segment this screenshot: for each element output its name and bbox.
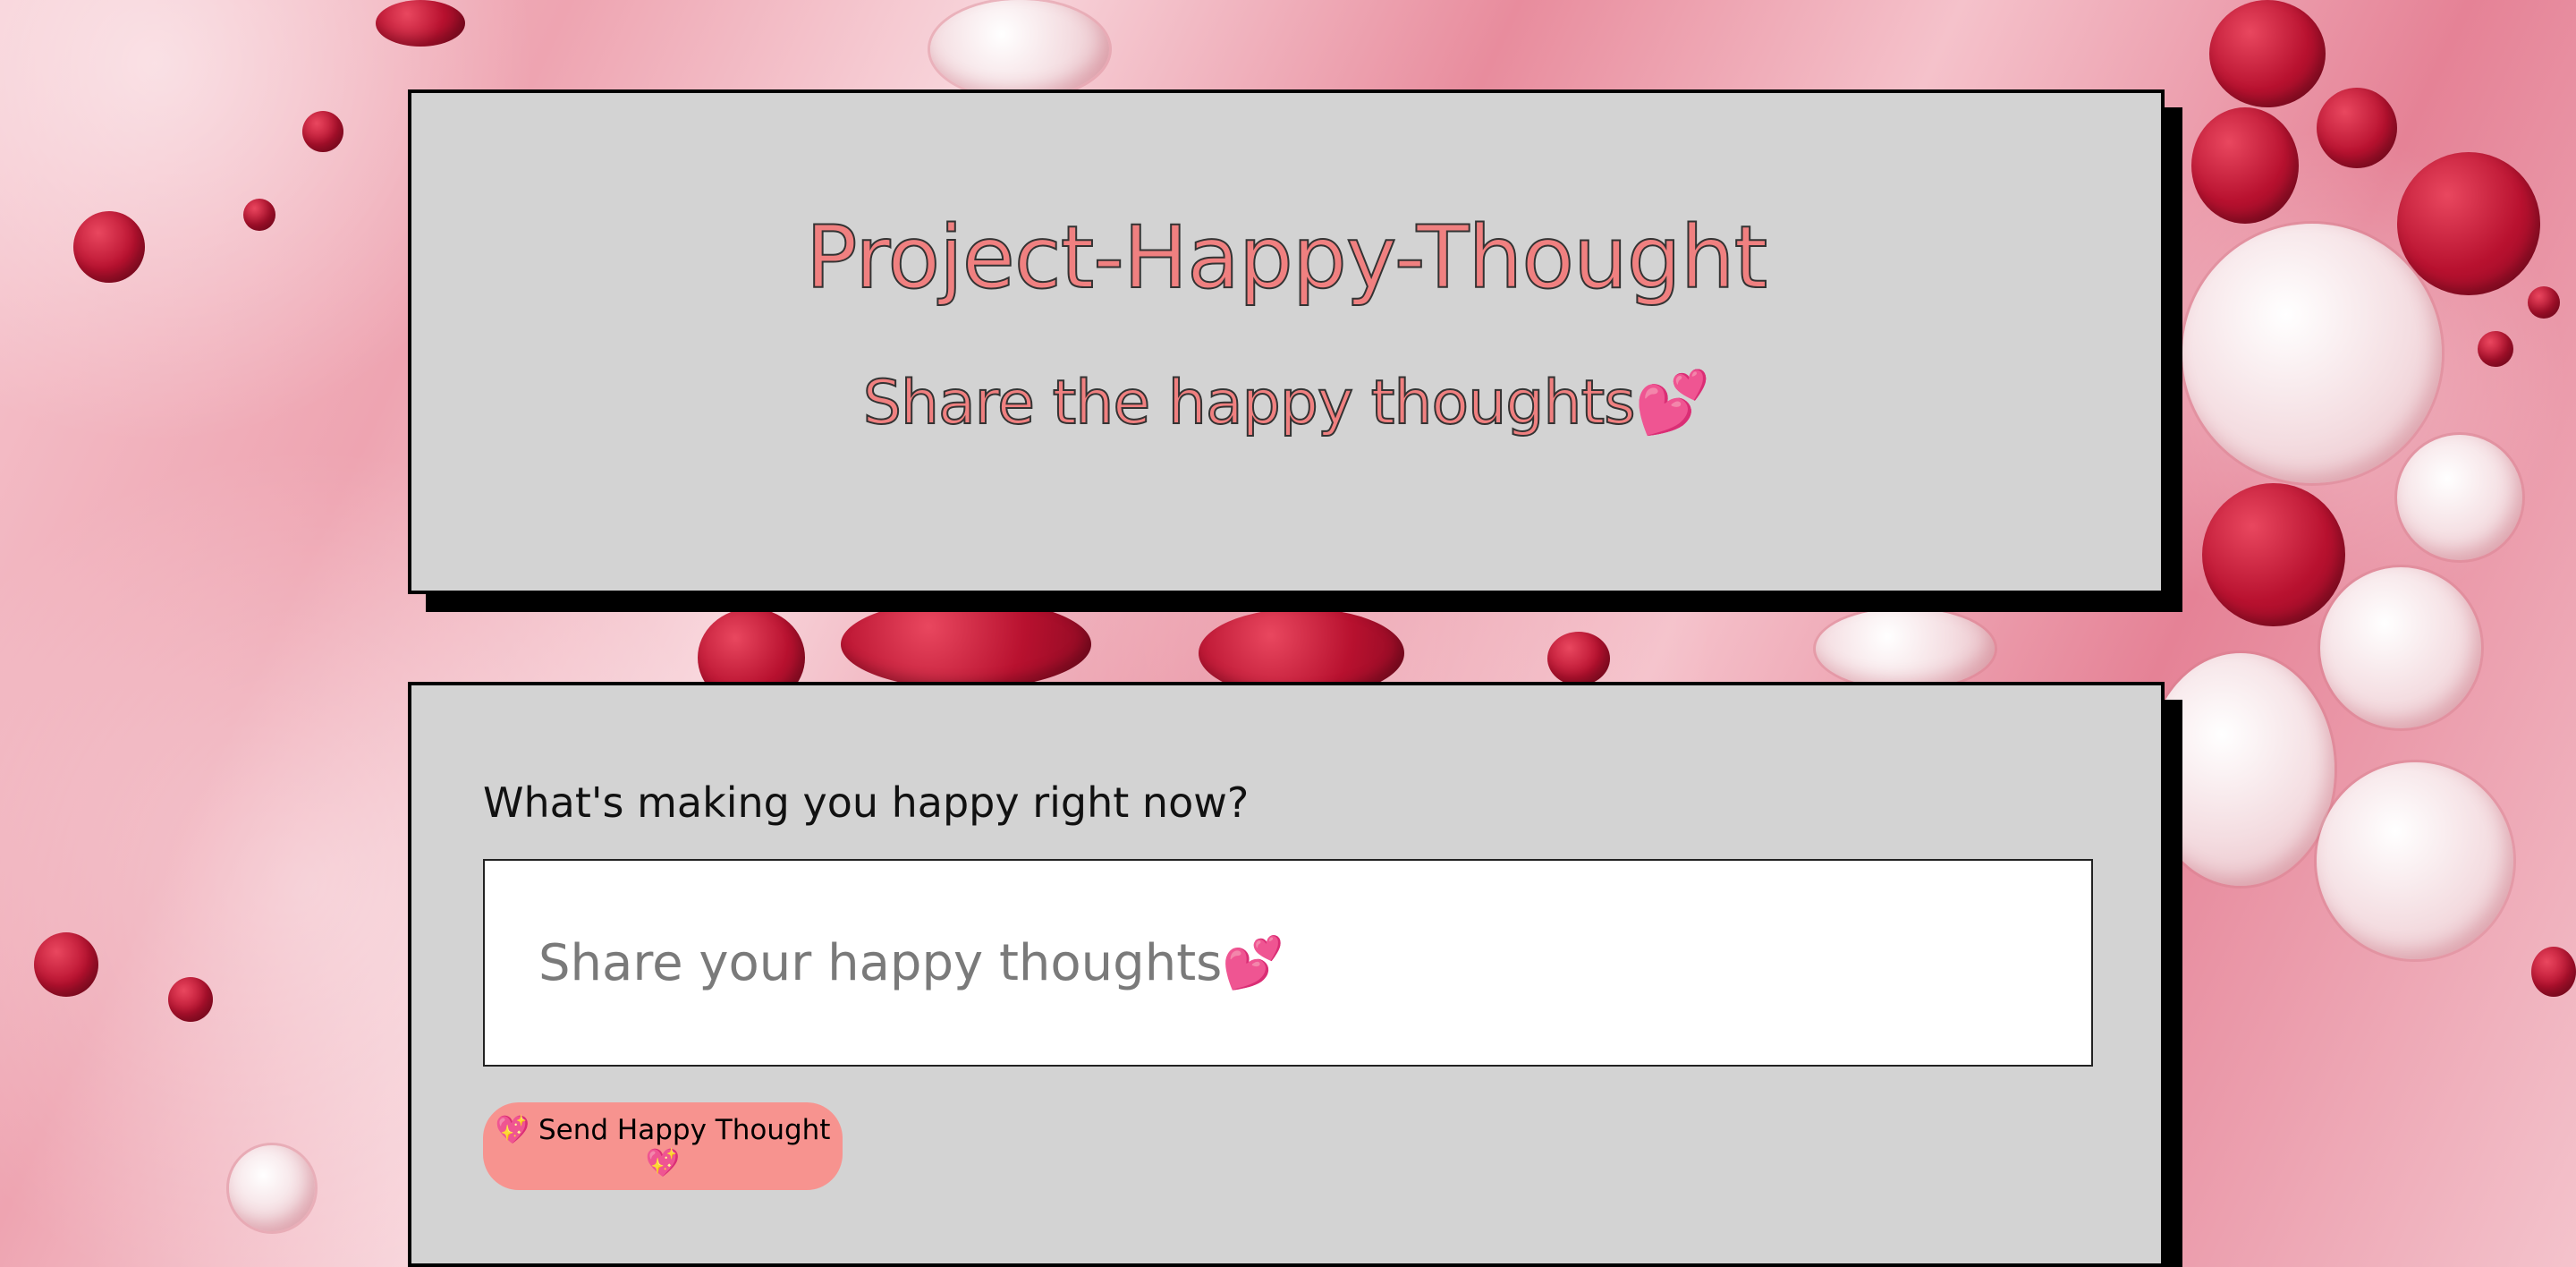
bubble-decoration — [930, 0, 1109, 98]
bubble-decoration — [168, 977, 213, 1022]
page-title: Project-Happy-Thought — [805, 207, 1768, 309]
bubble-decoration — [1547, 632, 1610, 685]
bubble-decoration — [376, 0, 465, 47]
thought-input[interactable] — [483, 859, 2093, 1067]
bubble-decoration — [2528, 286, 2560, 319]
page-subtitle: Share the happy thoughts💕 — [862, 367, 1711, 439]
bubble-decoration — [2317, 762, 2513, 959]
bubble-decoration — [841, 599, 1091, 689]
header-card: Project-Happy-Thought Share the happy th… — [408, 89, 2165, 594]
thought-prompt-label: What's making you happy right now? — [483, 778, 1250, 827]
bubble-decoration — [243, 199, 275, 231]
bubble-decoration — [2209, 0, 2326, 107]
bubble-decoration — [2478, 331, 2513, 367]
bubble-decoration — [2182, 224, 2442, 483]
thought-form-card: What's making you happy right now? 💖 Sen… — [408, 682, 2165, 1267]
bubble-decoration — [73, 211, 145, 283]
bubble-decoration — [302, 111, 343, 152]
bubble-decoration — [2202, 483, 2345, 626]
bubble-decoration — [2397, 435, 2522, 560]
bubble-decoration — [2531, 947, 2576, 997]
bubble-decoration — [229, 1145, 315, 1231]
bubble-decoration — [1816, 608, 1995, 689]
bubble-decoration — [2320, 567, 2481, 728]
send-happy-thought-button[interactable]: 💖 Send Happy Thought💖 — [483, 1102, 843, 1190]
bubble-decoration — [2317, 88, 2397, 168]
bubble-decoration — [2397, 152, 2540, 295]
bubble-decoration — [34, 932, 98, 997]
bubble-decoration — [2191, 107, 2299, 224]
bubble-decoration — [2147, 653, 2334, 886]
